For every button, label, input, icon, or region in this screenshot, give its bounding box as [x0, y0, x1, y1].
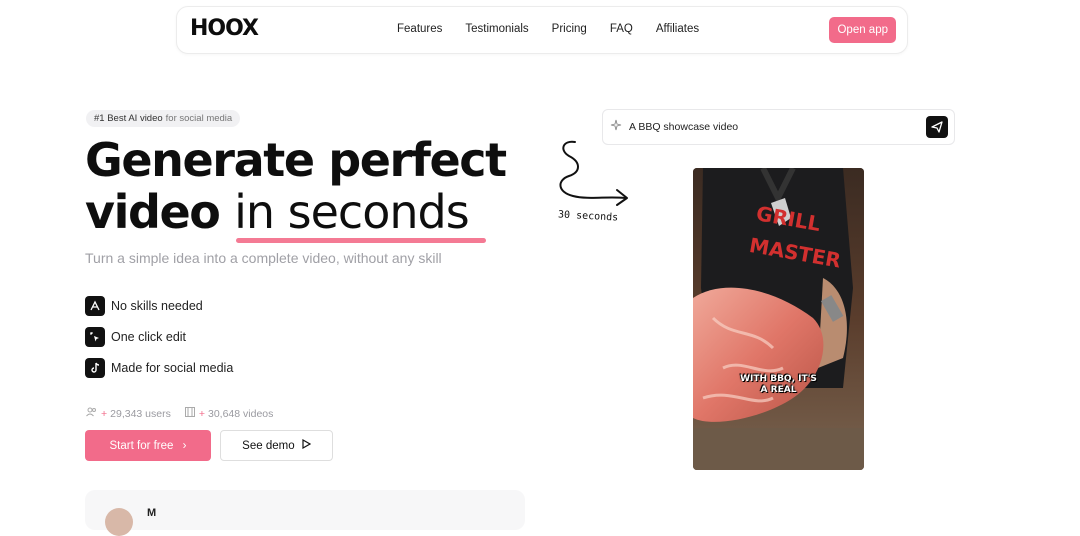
feature-label: No skills needed [111, 299, 203, 313]
feature-no-skills: No skills needed [85, 296, 203, 316]
testimonial-card: M [85, 490, 525, 536]
feature-label: One click edit [111, 330, 187, 344]
videos-plus: + [198, 407, 205, 420]
stats-row: + 29,343 users + 30,648 videos [86, 407, 273, 420]
squiggle-arrow-icon [559, 140, 628, 206]
open-app-button[interactable]: Open app [829, 17, 896, 43]
top-navbar: HOOX Features Testimonials Pricing FAQ A… [176, 6, 908, 54]
hero-subtitle: Turn a simple idea into a complete video… [85, 250, 442, 266]
tiktok-icon [85, 358, 105, 378]
hero-title-line1: Generate perfect [85, 133, 507, 187]
avatar [105, 508, 133, 536]
video-frame-image: GRILL MASTER [693, 168, 864, 470]
hero-title-in-seconds: in seconds [234, 185, 470, 239]
arrow-label: 30 seconds [557, 209, 619, 224]
nav-links: Features Testimonials Pricing FAQ Affili… [397, 23, 722, 35]
badge-main-text: #1 Best AI video [94, 113, 163, 124]
send-icon [931, 121, 943, 133]
title-underline [236, 238, 486, 243]
testimonial-name: M [147, 507, 157, 519]
users-plus: + [101, 407, 108, 420]
send-button[interactable] [926, 116, 948, 138]
nav-link-faq[interactable]: FAQ [610, 23, 633, 35]
users-icon [86, 407, 97, 420]
nav-link-testimonials[interactable]: Testimonials [465, 23, 528, 35]
caption-line1: WITH BBQ, IT'S [740, 374, 817, 384]
film-icon [184, 407, 195, 420]
badge-sub-text: for social media [165, 113, 233, 124]
chevron-right-icon: › [182, 439, 187, 452]
see-demo-label: See demo [242, 440, 295, 452]
play-icon [302, 438, 312, 452]
feature-social: Made for social media [85, 358, 233, 378]
start-free-button[interactable]: Start for free › [85, 430, 211, 461]
nav-link-pricing[interactable]: Pricing [552, 23, 587, 35]
magic-wand-icon [85, 296, 105, 316]
video-caption: WITH BBQ, IT'S A REAL [693, 374, 864, 396]
caption-line2: A REAL [760, 385, 797, 395]
hero-title-video: video [85, 185, 221, 239]
feature-label: Made for social media [111, 361, 234, 375]
start-free-label: Start for free [109, 439, 174, 452]
hero-badge: #1 Best AI video for social media [86, 110, 241, 127]
prompt-text: A BBQ showcase video [629, 121, 739, 133]
cursor-click-icon [85, 327, 105, 347]
hoox-logo[interactable]: HOOX [190, 16, 259, 41]
prompt-input[interactable]: A BBQ showcase video [602, 109, 955, 145]
videos-count: 30,648 videos [208, 407, 274, 420]
hero-title: Generate perfect video in seconds [85, 133, 507, 239]
sparkle-icon [610, 119, 622, 134]
nav-link-features[interactable]: Features [397, 23, 442, 35]
feature-one-click: One click edit [85, 327, 186, 347]
users-count: 29,343 users [110, 407, 171, 420]
see-demo-button[interactable]: See demo [220, 430, 333, 461]
video-preview[interactable]: GRILL MASTER WITH BBQ, IT'S A REAL [693, 168, 864, 470]
nav-link-affiliates[interactable]: Affiliates [656, 23, 699, 35]
